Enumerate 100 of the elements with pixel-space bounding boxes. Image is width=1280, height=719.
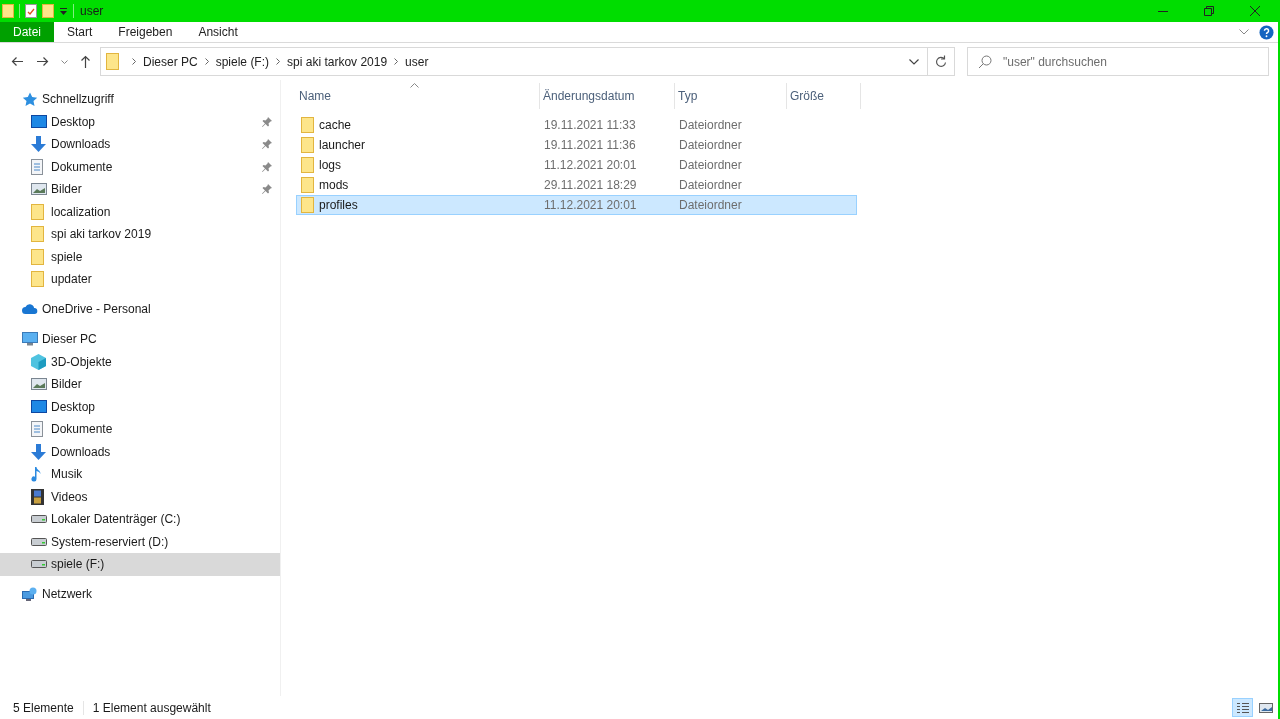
ribbon-tab[interactable]: Start xyxy=(54,22,106,42)
pin-icon[interactable] xyxy=(262,161,272,172)
breadcrumb[interactable]: Dieser PC xyxy=(143,52,198,71)
sidebar-item[interactable]: Downloads xyxy=(0,440,280,463)
drive-icon xyxy=(31,537,47,546)
selection-count: 1 Element ausgewählt xyxy=(92,699,211,717)
back-arrow-icon[interactable] xyxy=(11,56,24,67)
cube-icon xyxy=(31,353,46,370)
file-row[interactable]: logs 11.12.2021 20:01 Dateiordner xyxy=(296,155,857,175)
pin-icon[interactable] xyxy=(262,139,272,150)
folder-icon xyxy=(301,157,314,173)
pin-icon[interactable] xyxy=(262,184,272,195)
column-header[interactable]: Name xyxy=(296,83,540,109)
chevron-icon[interactable] xyxy=(276,58,281,65)
address-bar[interactable]: Dieser PC spiele (F:) spi aki tarkov 2019 user xyxy=(100,47,955,76)
help-icon[interactable] xyxy=(1259,24,1274,40)
type-cell-text: Dateiordner xyxy=(678,197,742,214)
sidebar-item[interactable]: Desktop xyxy=(0,110,280,133)
sidebar-item[interactable]: Downloads xyxy=(0,133,280,156)
folder-icon xyxy=(301,117,314,133)
close-icon[interactable] xyxy=(1250,6,1260,16)
dropdown-icon[interactable] xyxy=(909,58,919,65)
breadcrumb[interactable]: user xyxy=(405,52,429,71)
ribbon-tab[interactable]: Ansicht xyxy=(185,22,251,42)
date-cell-text: 19.11.2021 11:33 xyxy=(543,117,637,134)
sidebar-item[interactable]: spiele xyxy=(0,245,280,268)
cloud-icon xyxy=(22,304,38,315)
item-count: 5 Elemente xyxy=(12,699,74,717)
ribbon-tab[interactable]: Freigeben xyxy=(105,22,186,42)
picture-icon xyxy=(31,378,47,391)
file-name: launcher xyxy=(319,137,366,154)
film-icon xyxy=(31,488,44,505)
chevron-icon[interactable] xyxy=(132,58,136,65)
breadcrumb[interactable]: spi aki tarkov 2019 xyxy=(287,52,388,71)
sidebar-item[interactable]: localization xyxy=(0,200,280,223)
file-name: mods xyxy=(319,177,349,194)
file-name: logs xyxy=(319,157,341,174)
download-icon xyxy=(31,136,46,153)
list-icon xyxy=(1235,701,1250,714)
drive-icon xyxy=(31,515,47,524)
folder-icon xyxy=(301,197,314,213)
sidebar-item[interactable]: Lokaler Datenträger (C:) xyxy=(0,508,280,531)
refresh-icon[interactable] xyxy=(935,55,947,68)
sidebar-item[interactable]: Schnellzugriff xyxy=(0,88,280,111)
restore-icon[interactable] xyxy=(1204,6,1214,16)
sidebar-item[interactable]: Netzwerk xyxy=(0,583,280,606)
download-icon xyxy=(31,443,46,460)
type-cell-text: Dateiordner xyxy=(678,157,742,174)
expand-ribbon-icon[interactable] xyxy=(1239,29,1249,35)
history-dropdown-icon[interactable] xyxy=(61,59,68,64)
file-name: profiles xyxy=(319,197,358,214)
date-cell-text: 29.11.2021 18:29 xyxy=(543,177,638,194)
file-name: cache xyxy=(319,117,352,134)
sidebar-item[interactable]: Videos xyxy=(0,485,280,508)
sidebar-item[interactable]: spi aki tarkov 2019 xyxy=(0,223,280,246)
sidebar-item[interactable]: Dieser PC xyxy=(0,328,280,351)
sidebar-item[interactable]: updater xyxy=(0,268,280,291)
date-cell-text: 19.11.2021 11:36 xyxy=(543,137,637,154)
column-header[interactable]: Änderungsdatum xyxy=(540,83,675,109)
folder-icon xyxy=(31,203,44,220)
column-header[interactable]: Typ xyxy=(675,83,787,109)
search-field[interactable]: "user" durchsuchen xyxy=(967,47,1269,76)
sidebar-item[interactable]: System-reserviert (D:) xyxy=(0,530,280,553)
chevron-icon[interactable] xyxy=(394,58,399,65)
sidebar-item[interactable]: Musik xyxy=(0,463,280,486)
type-cell-text: Dateiordner xyxy=(678,117,742,134)
type-cell-text: Dateiordner xyxy=(678,177,742,194)
folder-icon xyxy=(31,248,44,265)
sidebar-item[interactable]: Dokumente xyxy=(0,418,280,441)
sidebar-item[interactable]: OneDrive - Personal xyxy=(0,298,280,321)
document-icon xyxy=(31,421,43,438)
dropdown-icon[interactable] xyxy=(59,6,68,16)
file-row[interactable]: profiles 11.12.2021 20:01 Dateiordner xyxy=(296,195,857,215)
sidebar-item[interactable]: Bilder xyxy=(0,373,280,396)
desktop-icon xyxy=(31,400,47,414)
drive-icon xyxy=(31,560,47,569)
details-view-button[interactable] xyxy=(1232,698,1253,717)
up-arrow-icon[interactable] xyxy=(80,55,91,68)
sidebar-item[interactable]: Bilder xyxy=(0,178,280,201)
sidebar-item[interactable]: Dokumente xyxy=(0,155,280,178)
sidebar-item[interactable]: 3D-Objekte xyxy=(0,350,280,373)
forward-arrow-icon[interactable] xyxy=(36,56,49,67)
document-icon xyxy=(31,158,43,175)
network-icon xyxy=(22,587,38,602)
chevron-icon[interactable] xyxy=(204,58,209,65)
sidebar-item[interactable]: spiele (F:) xyxy=(0,553,280,576)
pin-icon[interactable] xyxy=(262,116,272,127)
column-header[interactable]: Größe xyxy=(787,83,861,109)
file-row[interactable]: cache 19.11.2021 11:33 Dateiordner xyxy=(296,115,857,135)
desktop-icon xyxy=(31,115,47,129)
type-cell-text: Dateiordner xyxy=(678,137,742,154)
file-row[interactable]: launcher 19.11.2021 11:36 Dateiordner xyxy=(296,135,857,155)
file-row[interactable]: mods 29.11.2021 18:29 Dateiordner xyxy=(296,175,857,195)
breadcrumb[interactable]: spiele (F:) xyxy=(215,52,270,71)
sidebar-item[interactable]: Desktop xyxy=(0,395,280,418)
window-title: user xyxy=(80,3,104,20)
picture-icon xyxy=(31,183,47,196)
computer-icon xyxy=(22,332,38,347)
folder-icon xyxy=(301,177,314,193)
properties-icon[interactable] xyxy=(25,4,37,18)
